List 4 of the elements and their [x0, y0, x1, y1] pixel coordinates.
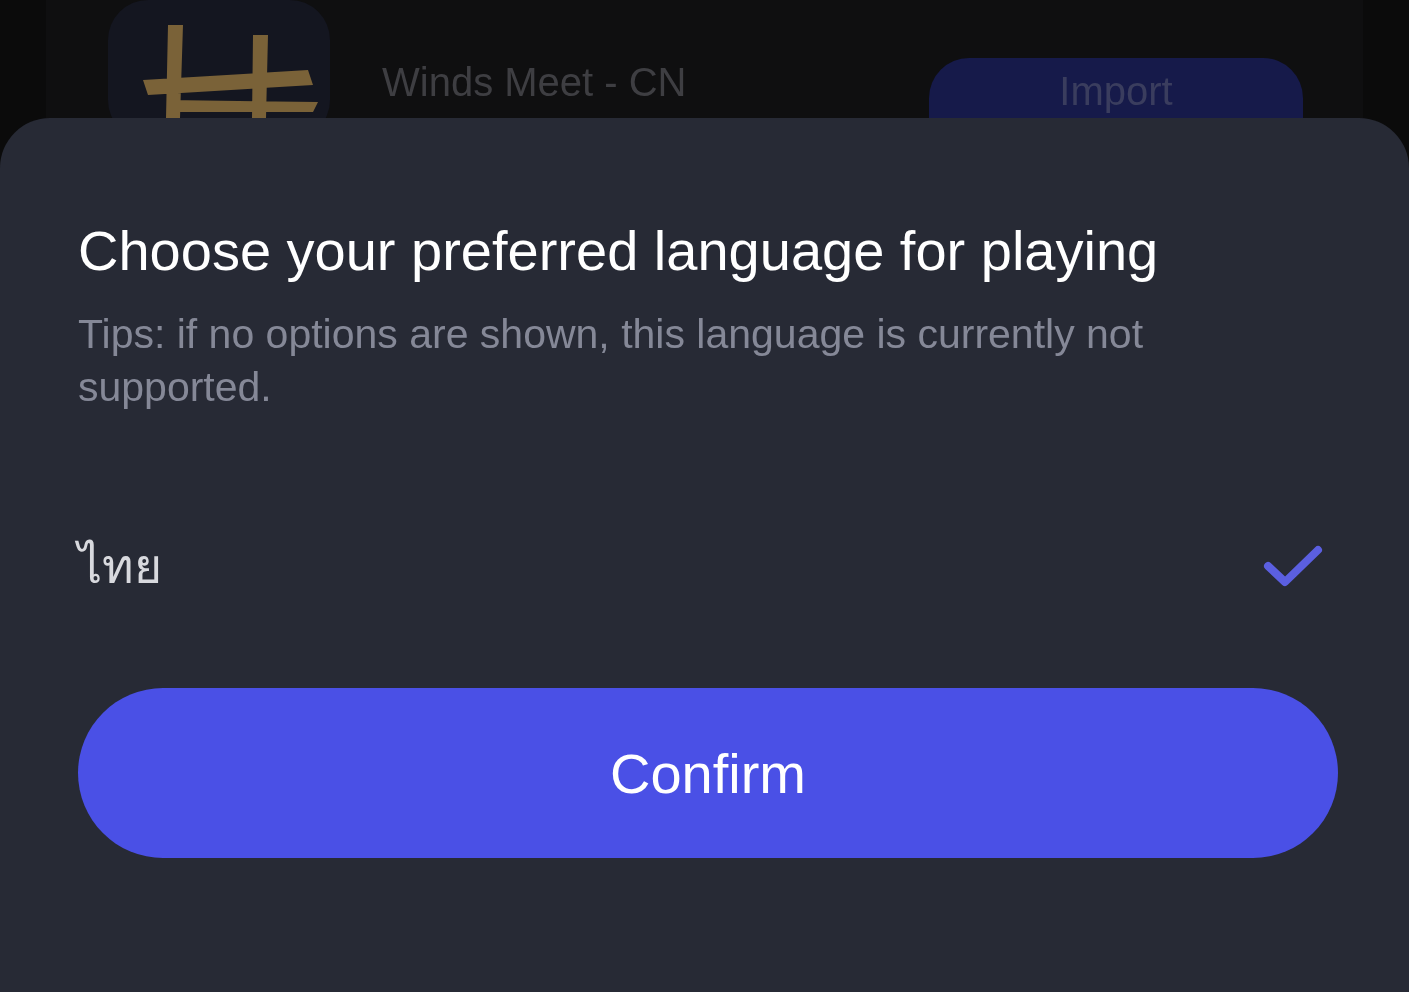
- tips-text: Tips: if no options are shown, this language is currently not supported.: [78, 310, 1145, 412]
- confirm-button[interactable]: Confirm: [78, 688, 1338, 858]
- dialog-title: Choose your preferred language for playing: [78, 218, 1160, 284]
- app-icon[interactable]: [108, 0, 330, 118]
